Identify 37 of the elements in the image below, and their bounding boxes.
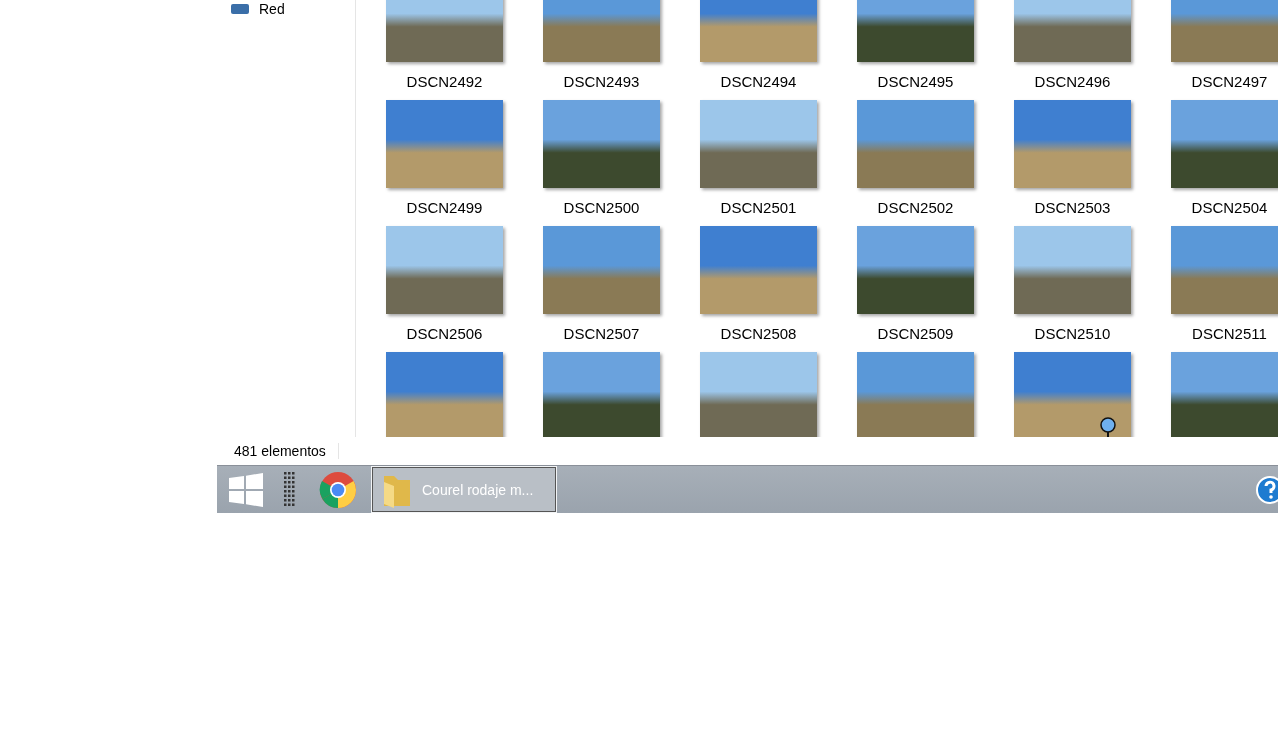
sidebar-item[interactable]: Red	[259, 1, 285, 17]
file-name: DSCN2502	[877, 198, 954, 218]
file-name: DSCN2510	[1034, 324, 1111, 344]
file-name: DSCN2497	[1191, 72, 1268, 92]
photo-placeholder[interactable]	[386, 226, 503, 314]
windows-logo-icon	[229, 472, 263, 507]
help-icon[interactable]	[1256, 475, 1278, 504]
item-count: 481 elementos	[234, 443, 339, 459]
photo-placeholder[interactable]	[857, 0, 974, 62]
file-name: DSCN2500	[563, 198, 640, 218]
file-name: DSCN2504	[1191, 198, 1268, 218]
photo-placeholder[interactable]	[1014, 226, 1131, 314]
file-name: DSCN2508	[720, 324, 797, 344]
file-name: DSCN2495	[877, 72, 954, 92]
photo-placeholder[interactable]	[386, 0, 503, 62]
file-name: DSCN2511	[1192, 324, 1267, 344]
photo-placeholder[interactable]	[1014, 0, 1131, 62]
file-name: DSCN2499	[406, 198, 483, 218]
file-name: DSCN2506	[406, 324, 483, 344]
photo-placeholder[interactable]	[543, 352, 660, 437]
file-name: DSCN2509	[877, 324, 954, 344]
file-name: DSCN2507	[563, 324, 640, 344]
photo-placeholder[interactable]	[543, 100, 660, 188]
dots-icon	[284, 471, 296, 508]
file-name: DSCN2492	[406, 72, 483, 92]
photo-placeholder[interactable]	[857, 226, 974, 314]
chrome-icon	[319, 470, 357, 509]
magnifier-cursor-icon	[1099, 417, 1117, 437]
photo-placeholder[interactable]	[700, 352, 817, 437]
file-name: DSCN2493	[563, 72, 640, 92]
file-name: DSCN2501	[720, 198, 797, 218]
file-name: DSCN2494	[720, 72, 797, 92]
photo-placeholder[interactable]	[1171, 352, 1278, 437]
photo-placeholder[interactable]	[700, 100, 817, 188]
file-name: DSCN2496	[1034, 72, 1111, 92]
photo-placeholder[interactable]	[1171, 100, 1278, 188]
file-name: DSCN2503	[1034, 198, 1111, 218]
